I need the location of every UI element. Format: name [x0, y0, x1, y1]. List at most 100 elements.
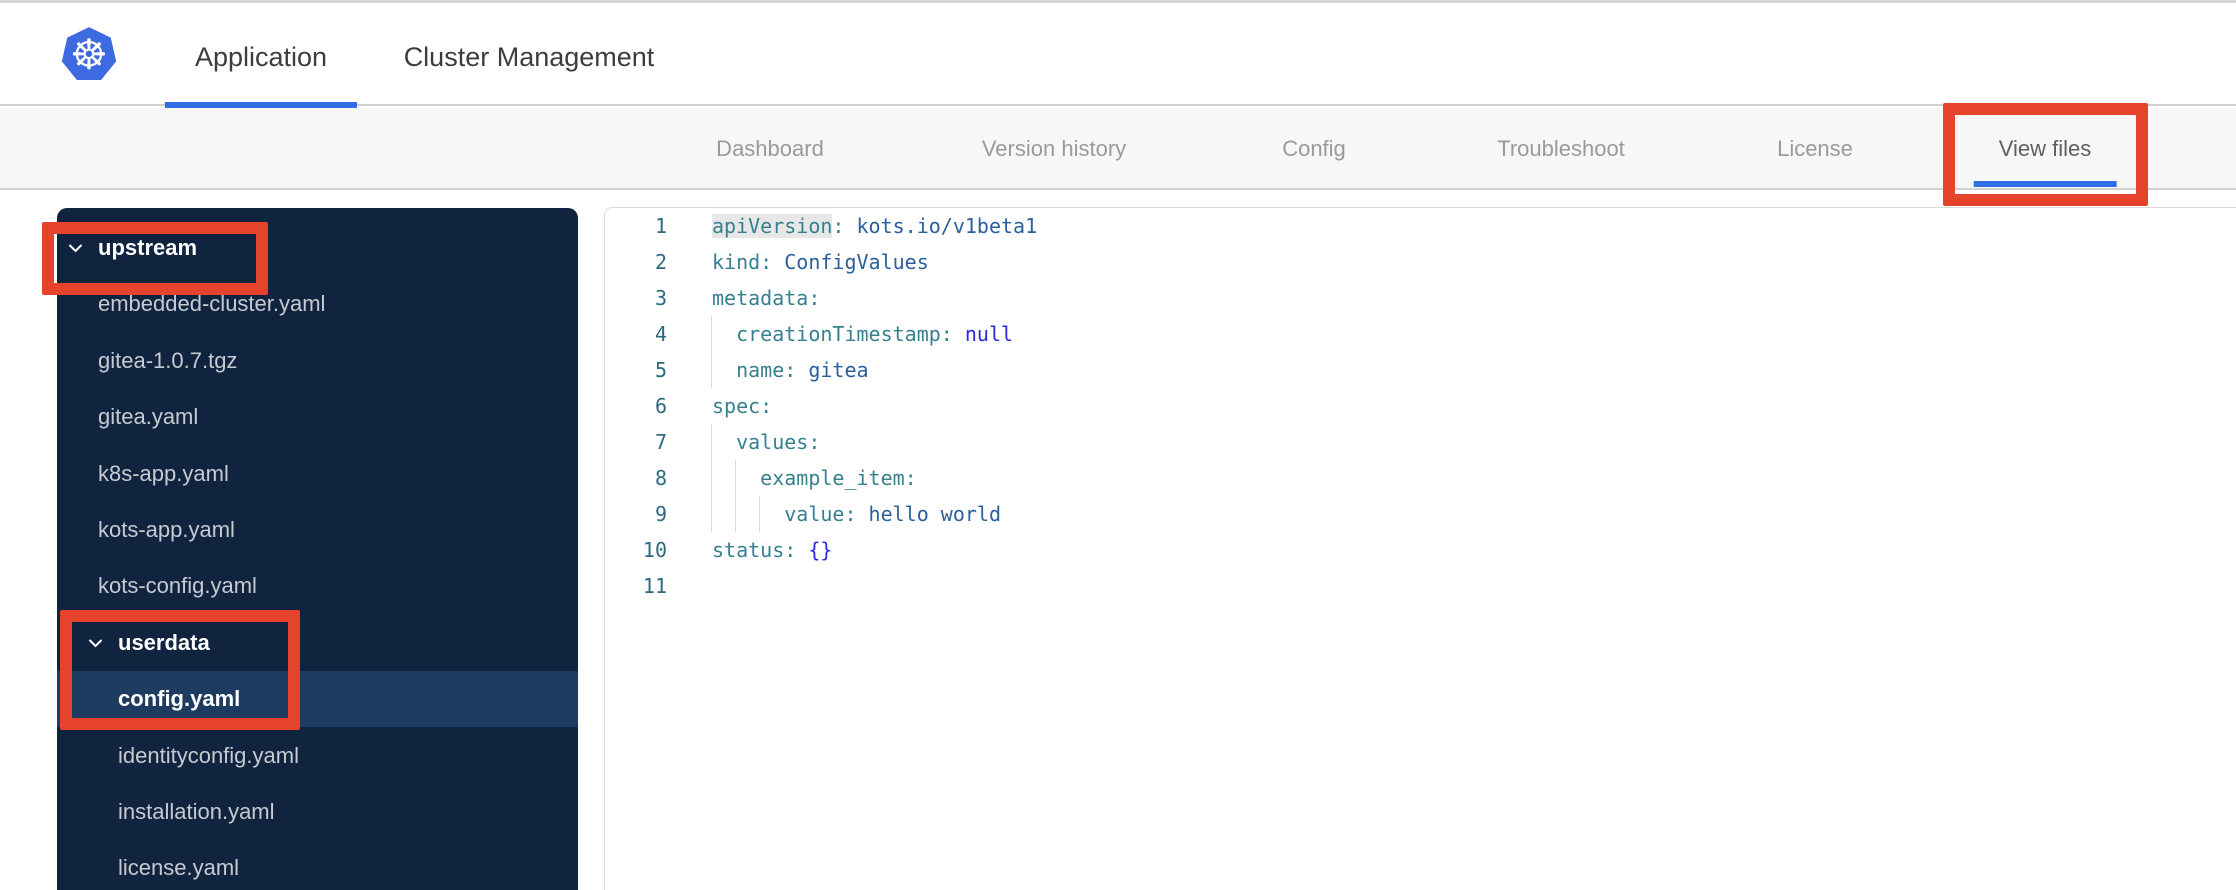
code-token: value — [784, 502, 845, 526]
code-text: values: — [712, 424, 820, 460]
code-token: : — [844, 502, 857, 526]
code-line: 6 spec: — [605, 388, 2236, 424]
code-token: : — [760, 250, 773, 274]
chevron-down-icon — [68, 244, 83, 253]
file-item-config-yaml[interactable]: config.yaml — [57, 671, 578, 727]
code-token: creationTimestamp — [736, 322, 941, 346]
kubernetes-logo-icon: ☸ — [61, 27, 117, 80]
tree-item-label: upstream — [98, 235, 198, 260]
code-token: gitea — [796, 358, 869, 382]
folder-item-userdata[interactable]: userdata — [57, 615, 578, 671]
code-token: : — [832, 214, 845, 238]
file-item-kots-config-yaml[interactable]: kots-config.yaml — [57, 558, 578, 614]
tab-license[interactable]: License — [1777, 136, 1853, 162]
code-line: 2 kind: ConfigValues — [605, 244, 2236, 280]
kots-admin-console: ☸ Application Cluster Management Dashboar… — [0, 0, 2236, 890]
file-item-k8s-app-yaml[interactable]: k8s-app.yaml — [57, 446, 578, 502]
file-item-gitea-yaml[interactable]: gitea.yaml — [57, 389, 578, 445]
code-token: spec — [712, 394, 761, 418]
code-token: ConfigValues — [772, 250, 929, 274]
app-section-tab-bar: Dashboard Version history Config Troublesho… — [0, 108, 2236, 190]
tree-item-label: kots-config.yaml — [98, 573, 257, 598]
tree-item-label: license.yaml — [118, 855, 240, 880]
file-item-installation-yaml[interactable]: installation.yaml — [57, 784, 578, 840]
code-text: kind: ConfigValues — [712, 244, 929, 280]
file-item-gitea-1-0-7-tgz[interactable]: gitea-1.0.7.tgz — [57, 333, 578, 389]
code-line: 5 name: gitea — [605, 352, 2236, 388]
code-text: creationTimestamp: null — [712, 316, 1013, 352]
code-text: example_item: — [712, 460, 917, 496]
tree-item-label: userdata — [118, 630, 210, 655]
code-token: : — [808, 430, 821, 454]
code-token: kind — [712, 250, 761, 274]
file-viewer-panel[interactable]: 1 apiVersion: kots.io/v1beta1 2 kind: Confi… — [604, 207, 2236, 890]
line-number: 7 — [654, 430, 667, 454]
code-line: 10 status: {} — [605, 532, 2236, 568]
code-token: : — [760, 394, 773, 418]
code-token: kots.io/v1beta1 — [844, 214, 1038, 238]
file-item-kots-app-yaml[interactable]: kots-app.yaml — [57, 502, 578, 558]
code-token: status — [712, 538, 785, 562]
code-token: metadata — [712, 286, 809, 310]
tree-item-label: gitea.yaml — [98, 404, 199, 429]
file-item-license-yaml[interactable]: license.yaml — [57, 840, 578, 890]
tree-item-label: embedded-cluster.yaml — [98, 291, 326, 316]
line-number: 6 — [654, 394, 667, 418]
tree-item-label: installation.yaml — [118, 799, 275, 824]
code-token: : — [940, 322, 953, 346]
code-text: status: {} — [712, 532, 832, 568]
code-line: 1 apiVersion: kots.io/v1beta1 — [605, 208, 2236, 244]
tab-view-files[interactable]: View files — [1973, 136, 2116, 187]
code-token: example_item — [760, 466, 905, 490]
code-token: apiVersion — [712, 214, 833, 238]
tree-item-label: kots-app.yaml — [98, 517, 235, 542]
app-header: ☸ Application Cluster Management — [0, 3, 2236, 108]
code-line: 11 — [605, 568, 2236, 604]
tree-item-label: config.yaml — [118, 686, 241, 711]
file-tree-sidebar: upstream embedded-cluster.yaml gitea-1.0.7… — [57, 208, 578, 890]
code-token: null — [952, 322, 1014, 346]
code-token: values — [736, 430, 809, 454]
tab-config[interactable]: Config — [1282, 136, 1346, 162]
chevron-down-icon — [88, 639, 103, 648]
line-number: 8 — [654, 466, 667, 490]
code-text: value: hello world — [712, 496, 1001, 532]
code-line: 9 value: hello world — [605, 496, 2236, 532]
line-number: 1 — [654, 214, 667, 238]
code-text: name: gitea — [712, 352, 869, 388]
header-tab-application[interactable]: Application — [164, 41, 358, 108]
tree-item-label: gitea-1.0.7.tgz — [98, 348, 238, 373]
code-line: 8 example_item: — [605, 460, 2236, 496]
code-text: apiVersion: kots.io/v1beta1 — [712, 208, 1037, 244]
code-token: : — [808, 286, 821, 310]
code-token: : — [904, 466, 917, 490]
tab-troubleshoot[interactable]: Troubleshoot — [1497, 136, 1625, 162]
code-token: {} — [796, 538, 833, 562]
line-number: 4 — [654, 322, 667, 346]
code-token: hello world — [856, 502, 1002, 526]
tree-item-label: identityconfig.yaml — [118, 743, 299, 768]
header-tab-cluster-management[interactable]: Cluster Management — [404, 41, 655, 73]
code-text: metadata: — [712, 280, 820, 316]
folder-item-upstream[interactable]: upstream — [57, 220, 578, 276]
code-token: name — [736, 358, 785, 382]
code-line: 3 metadata: — [605, 280, 2236, 316]
line-number: 2 — [654, 250, 667, 274]
tab-dashboard[interactable]: Dashboard — [716, 136, 824, 162]
tree-item-label: k8s-app.yaml — [98, 461, 229, 486]
line-number: 5 — [654, 358, 667, 382]
line-number: 10 — [642, 538, 667, 562]
code-line: 7 values: — [605, 424, 2236, 460]
code-token: : — [784, 358, 797, 382]
line-number: 11 — [642, 574, 667, 598]
file-item-identityconfig-yaml[interactable]: identityconfig.yaml — [57, 728, 578, 784]
code-text: spec: — [712, 388, 772, 424]
line-number: 3 — [654, 286, 667, 310]
tab-version-history[interactable]: Version history — [982, 136, 1126, 162]
file-item-embedded-cluster-yaml[interactable]: embedded-cluster.yaml — [57, 276, 578, 332]
